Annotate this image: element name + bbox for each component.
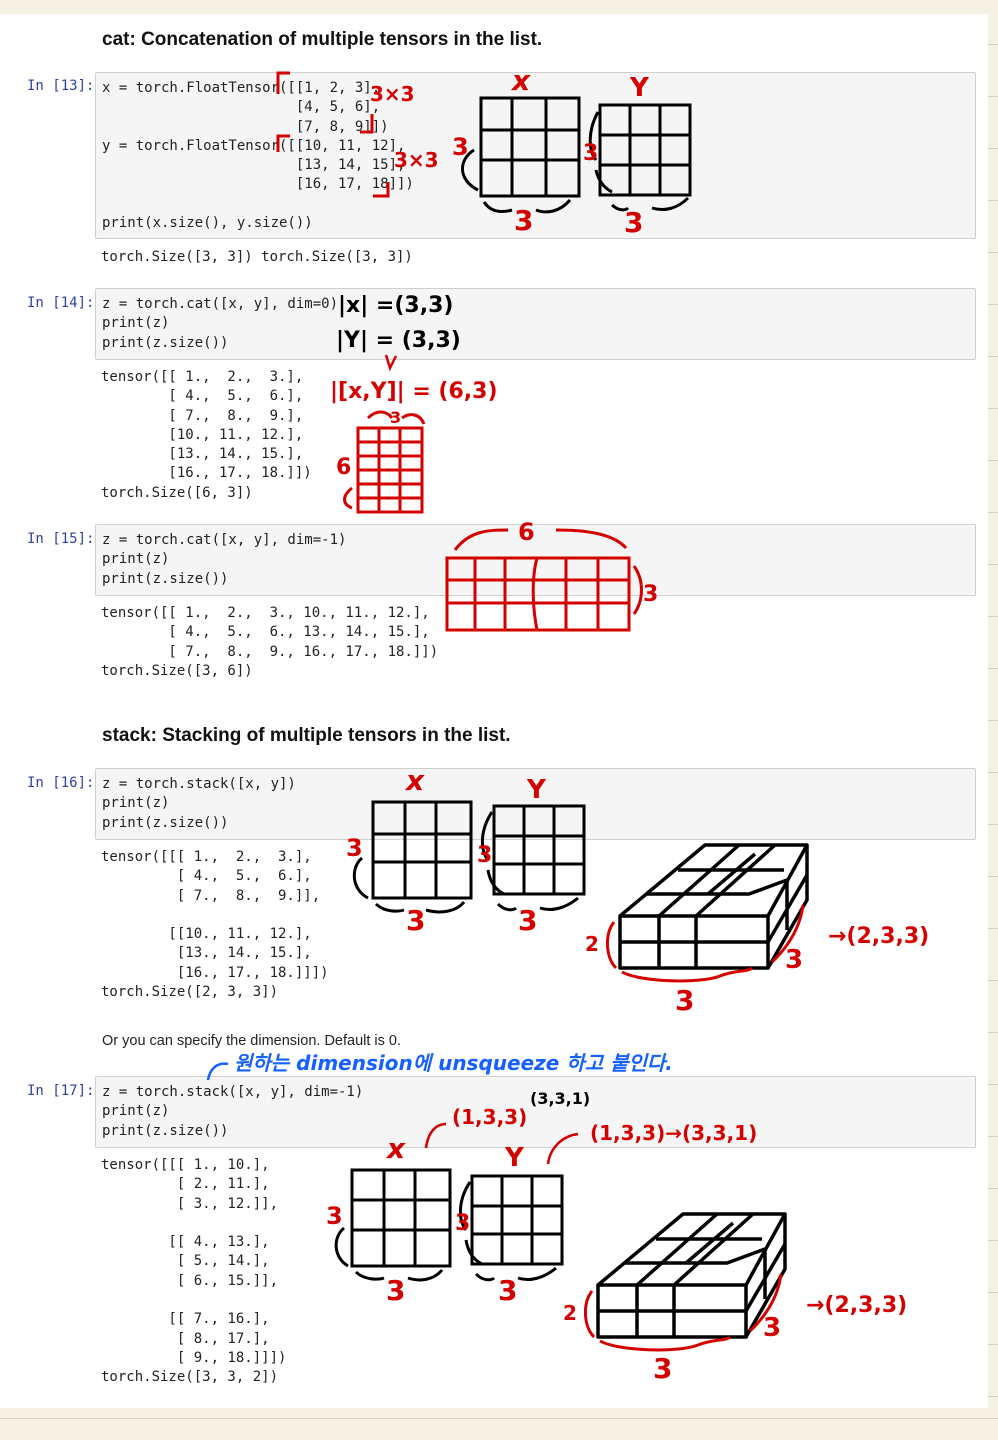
output-line: [ 7., 8., 9.]],	[101, 887, 321, 904]
cell-15-code[interactable]: z = torch.cat([x, y], dim=-1) print(z) p…	[96, 525, 975, 595]
code-line: print(x.size(), y.size())	[102, 215, 313, 232]
default-dimension-note: Or you can specify the dimension. Defaul…	[102, 1033, 402, 1049]
output-line: [ 4., 5., 6.],	[101, 388, 304, 405]
cell-14-output: tensor([[ 1., 2., 3.], [ 4., 5., 6.], [ …	[101, 368, 312, 503]
output-line: torch.Size([3, 6])	[101, 662, 253, 679]
code-line: [13, 14, 15],	[102, 157, 406, 174]
output-line: [10., 11., 12.],	[101, 426, 304, 443]
code-line: z = torch.cat([x, y], dim=0)	[102, 296, 339, 312]
code-line: [4, 5, 6],	[102, 99, 381, 116]
cell-16-prompt: In [16]:	[27, 775, 95, 791]
code-line: print(z.size())	[102, 334, 229, 351]
output-line: [[ 7., 16.],	[101, 1311, 270, 1328]
cell-15-output: tensor([[ 1., 2., 3., 10., 11., 12.], [ …	[101, 604, 438, 681]
code-line: z = torch.stack([x, y])	[102, 776, 296, 792]
cell-13-output: torch.Size([3, 3]) torch.Size([3, 3])	[101, 248, 413, 267]
cell-13-input[interactable]: x = torch.FloatTensor([[1, 2, 3], [4, 5,…	[95, 72, 976, 239]
output-line: [ 2., 11.],	[101, 1176, 270, 1193]
code-line: z = torch.stack([x, y], dim=-1)	[102, 1084, 364, 1100]
code-line: print(z.size())	[102, 1122, 229, 1139]
code-line: print(z)	[102, 795, 170, 812]
cell-17-input[interactable]: z = torch.stack([x, y], dim=-1) print(z)…	[95, 1076, 976, 1148]
code-line: print(z)	[102, 551, 170, 568]
output-line: [16., 17., 18.]])	[101, 465, 312, 482]
cell-14-code[interactable]: z = torch.cat([x, y], dim=0) print(z) pr…	[96, 289, 975, 359]
stack-heading: stack: Stacking of multiple tensors in t…	[102, 725, 511, 746]
output-line: [ 4., 5., 6.],	[101, 868, 312, 885]
output-line: torch.Size([3, 3]) torch.Size([3, 3])	[101, 249, 413, 265]
code-line: x = torch.FloatTensor([[1, 2, 3],	[102, 80, 381, 96]
cat-heading: cat: Concatenation of multiple tensors i…	[102, 29, 543, 50]
cell-14-input[interactable]: z = torch.cat([x, y], dim=0) print(z) pr…	[95, 288, 976, 360]
cell-16-output: tensor([[[ 1., 2., 3.], [ 4., 5., 6.], […	[101, 848, 329, 1002]
output-line: [ 7., 8., 9., 16., 17., 18.]])	[101, 643, 439, 660]
code-line: print(z)	[102, 1103, 170, 1120]
output-line: [13., 14., 15.],	[101, 446, 304, 463]
cell-15-prompt: In [15]:	[27, 531, 95, 547]
output-line: [ 7., 8., 9.],	[101, 407, 304, 424]
output-line: [ 5., 14.],	[101, 1253, 270, 1270]
output-line: [[ 4., 13.],	[101, 1234, 270, 1251]
cell-16-code[interactable]: z = torch.stack([x, y]) print(z) print(z…	[96, 769, 975, 839]
cell-15-input[interactable]: z = torch.cat([x, y], dim=-1) print(z) p…	[95, 524, 976, 596]
output-line: tensor([[ 1., 2., 3., 10., 11., 12.],	[101, 605, 430, 621]
code-line: print(z.size())	[102, 814, 229, 831]
cell-16-input[interactable]: z = torch.stack([x, y]) print(z) print(z…	[95, 768, 976, 840]
output-line: [ 9., 18.]]])	[101, 1349, 287, 1366]
output-line: tensor([[[ 1., 2., 3.],	[101, 849, 312, 865]
output-line: tensor([[ 1., 2., 3.],	[101, 369, 304, 385]
output-line: [ 3., 12.]],	[101, 1195, 279, 1212]
code-line: [7, 8, 9]])	[102, 118, 389, 135]
output-line: [ 6., 15.]],	[101, 1272, 279, 1289]
code-line: print(z)	[102, 315, 170, 332]
cell-14-prompt: In [14]:	[27, 295, 95, 311]
output-line: torch.Size([2, 3, 3])	[101, 984, 279, 1001]
cell-17-output: tensor([[[ 1., 10.], [ 2., 11.], [ 3., 1…	[101, 1156, 286, 1388]
code-line: z = torch.cat([x, y], dim=-1)	[102, 532, 347, 548]
output-line: [16., 17., 18.]]])	[101, 964, 329, 981]
code-line: print(z.size())	[102, 570, 229, 587]
output-line: [[10., 11., 12.],	[101, 926, 312, 943]
code-line: [16, 17, 18]])	[102, 176, 414, 193]
output-line: tensor([[[ 1., 10.],	[101, 1157, 270, 1173]
code-line: y = torch.FloatTensor([[10, 11, 12],	[102, 137, 406, 154]
output-line: [ 8., 17.],	[101, 1330, 270, 1347]
cell-17-prompt: In [17]:	[27, 1083, 95, 1099]
output-line: [ 4., 5., 6., 13., 14., 15.],	[101, 624, 430, 641]
cell-17-code[interactable]: z = torch.stack([x, y], dim=-1) print(z)…	[96, 1077, 975, 1147]
output-line: torch.Size([3, 3, 2])	[101, 1369, 279, 1386]
output-line: [13., 14., 15.],	[101, 945, 312, 962]
output-line: torch.Size([6, 3])	[101, 484, 253, 501]
cell-13-code[interactable]: x = torch.FloatTensor([[1, 2, 3], [4, 5,…	[96, 73, 975, 239]
page-divider	[0, 1418, 998, 1419]
cell-13-prompt: In [13]:	[27, 78, 95, 94]
